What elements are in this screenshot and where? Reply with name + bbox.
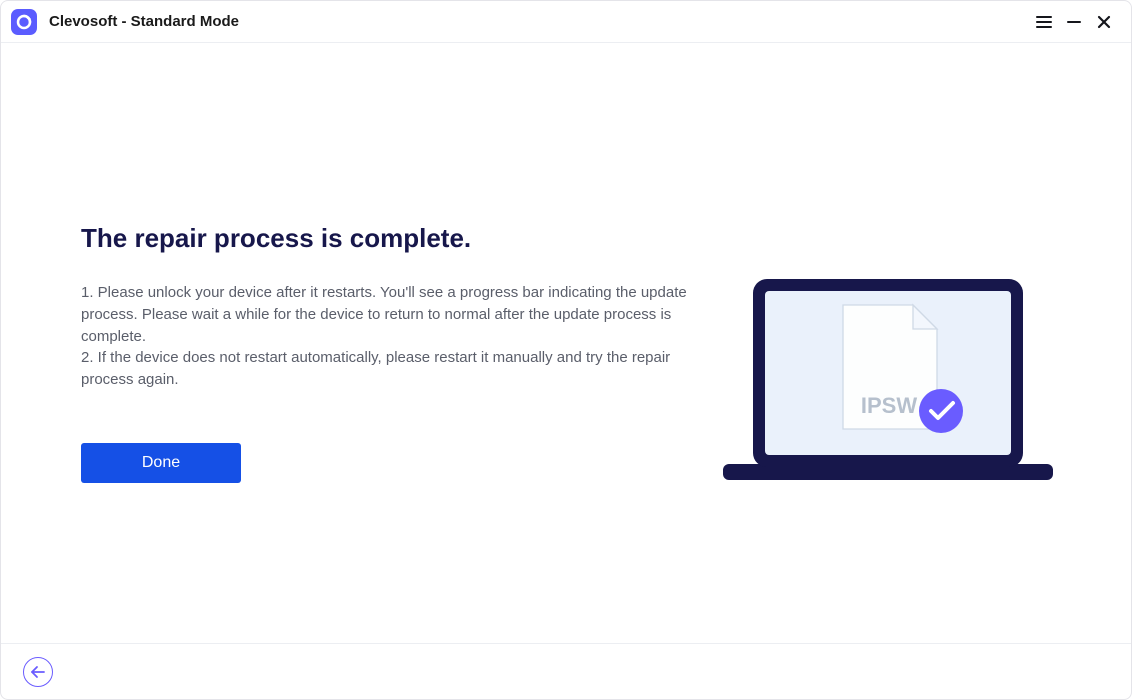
instruction-line-2: 2. If the device does not restart automa…: [81, 347, 691, 391]
menu-button[interactable]: [1029, 7, 1059, 37]
instructions-text: 1. Please unlock your device after it re…: [81, 282, 691, 391]
app-logo-icon: [11, 9, 37, 35]
minimize-button[interactable]: [1059, 7, 1089, 37]
laptop-illustration: IPSW: [723, 279, 1053, 494]
back-button[interactable]: [23, 657, 53, 687]
page-heading: The repair process is complete.: [81, 223, 691, 254]
title-bar: Clevosoft - Standard Mode: [1, 1, 1131, 43]
close-button[interactable]: [1089, 7, 1119, 37]
instruction-line-1: 1. Please unlock your device after it re…: [81, 282, 691, 347]
app-title: Clevosoft - Standard Mode: [49, 13, 239, 30]
file-label: IPSW: [861, 393, 917, 418]
done-button[interactable]: Done: [81, 443, 241, 483]
main-content: The repair process is complete. 1. Pleas…: [1, 43, 1131, 643]
footer-bar: [1, 643, 1131, 699]
check-badge-icon: [919, 389, 963, 433]
